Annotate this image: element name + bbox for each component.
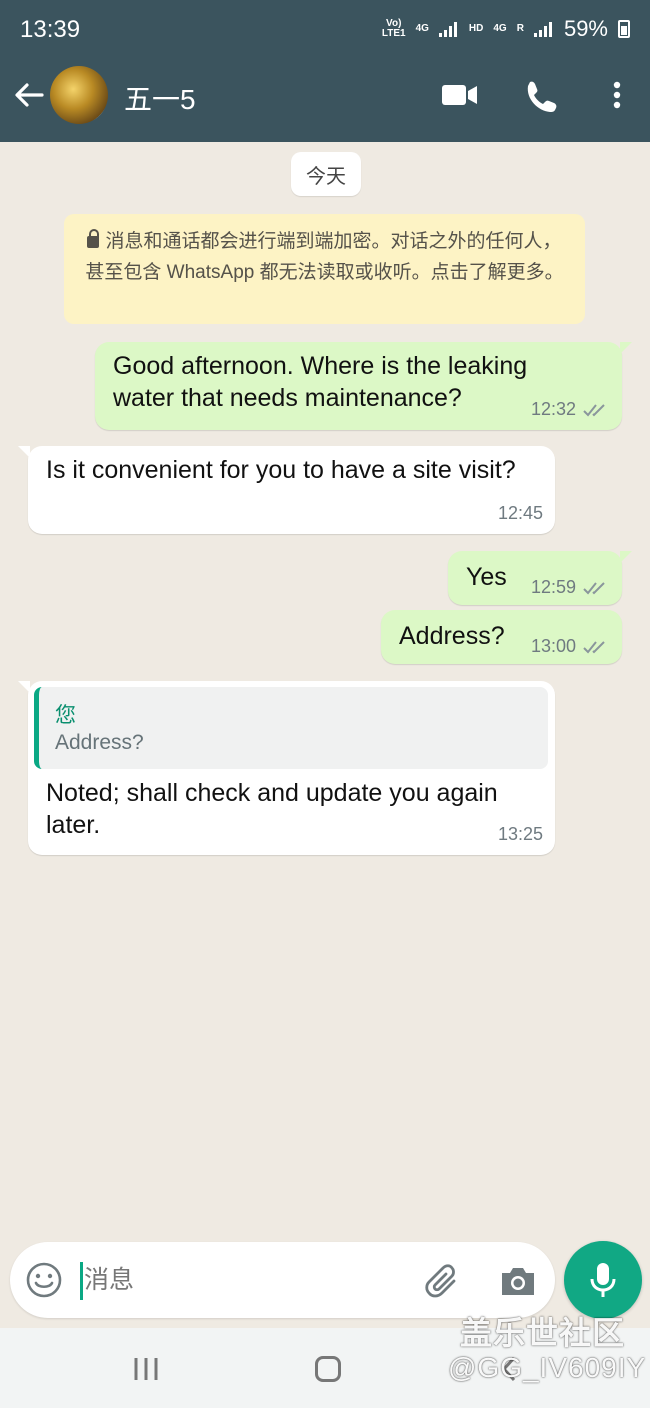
mic-icon [590, 1263, 616, 1297]
bubble-tail [18, 446, 30, 458]
message-text: Yes [466, 563, 507, 591]
encryption-notice[interactable]: 消息和通话都会进行端到端加密。对话之外的任何人，甚至包含 WhatsApp 都无… [64, 214, 585, 324]
message-meta: 12:59 [531, 577, 610, 598]
signal-icon-2 [533, 21, 554, 37]
watermark-text: 盖乐世社区 [460, 1315, 626, 1351]
lock-icon [87, 229, 100, 248]
hd-indicator: HD [468, 23, 484, 34]
lte-label: LTE1 [381, 28, 406, 39]
message-text: Good afternoon. Where is the leaking wat… [113, 352, 528, 412]
message-meta: 12:32 [531, 399, 610, 420]
message-meta: 13:25 [498, 824, 543, 845]
message-bubble-outgoing[interactable]: Good afternoon. Where is the leaking wat… [95, 342, 632, 430]
battery-percent: 59% [563, 16, 608, 41]
message-text: Address? [399, 622, 505, 650]
double-check-icon [583, 581, 605, 594]
reply-quote[interactable]: 您 Address? [34, 687, 548, 769]
message-text: Is it convenient for you to have a site … [46, 456, 516, 484]
message-time: 13:00 [530, 636, 576, 656]
attach-icon[interactable] [424, 1262, 464, 1302]
bubble-tail [620, 551, 632, 563]
roaming-indicator: R [516, 23, 524, 34]
status-time: 13:39 [20, 16, 81, 43]
battery-icon [618, 20, 630, 38]
camera-icon[interactable] [498, 1262, 538, 1300]
more-options-icon[interactable] [598, 78, 638, 112]
watermark-handle: @GG_IV609IY [448, 1352, 647, 1383]
video-call-icon[interactable] [440, 78, 480, 112]
status-bar: 13:39 Vo) LTE1 4G HD 4G R 59% [0, 0, 650, 60]
text-cursor [80, 1262, 83, 1300]
message-time: 12:32 [530, 399, 576, 419]
status-icons: Vo) LTE1 4G HD 4G R 59% [382, 16, 630, 42]
bubble-tail [18, 681, 30, 693]
home-icon[interactable] [315, 1356, 341, 1382]
contact-name[interactable]: 五一5 [124, 78, 196, 118]
encryption-notice-text: 消息和通话都会进行端到端加密。对话之外的任何人，甚至包含 WhatsApp 都无… [85, 231, 564, 283]
signal-icon [438, 21, 459, 37]
double-check-icon [583, 640, 605, 653]
message-bubble-outgoing[interactable]: Address? 13:00 [381, 610, 622, 664]
date-chip: 今天 [291, 152, 361, 196]
message-meta: 13:00 [531, 636, 610, 657]
chat-area[interactable]: 今天 消息和通话都会进行端到端加密。对话之外的任何人，甚至包含 WhatsApp… [0, 142, 650, 1242]
reply-quote-author: 您 [55, 704, 76, 727]
message-time: 12:45 [497, 503, 543, 523]
network-type-2: 4G [493, 23, 507, 34]
double-check-icon [583, 403, 605, 416]
back-arrow-icon[interactable] [12, 78, 46, 112]
chat-header: 五一5 [0, 60, 650, 142]
message-text: Noted; shall check and update you again … [46, 779, 498, 839]
message-bubble-outgoing[interactable]: Yes 12:59 [448, 551, 632, 605]
message-bubble-incoming[interactable]: 您 Address? Noted; shall check and update… [18, 681, 555, 855]
reply-quote-text: Address? [55, 731, 144, 754]
message-meta: 12:45 [498, 503, 543, 524]
bubble-tail [620, 342, 632, 354]
message-input[interactable] [84, 1258, 404, 1302]
message-time: 13:25 [497, 824, 543, 844]
phone-icon[interactable] [522, 78, 562, 112]
message-time: 12:59 [530, 577, 576, 597]
recents-icon[interactable] [132, 1356, 162, 1382]
emoji-icon[interactable] [24, 1260, 64, 1300]
volte-indicator: Vo) LTE1 [382, 19, 406, 39]
avatar[interactable] [50, 66, 108, 124]
message-bubble-incoming[interactable]: Is it convenient for you to have a site … [18, 446, 555, 534]
message-composer [10, 1242, 555, 1318]
network-type-1: 4G [415, 23, 429, 34]
